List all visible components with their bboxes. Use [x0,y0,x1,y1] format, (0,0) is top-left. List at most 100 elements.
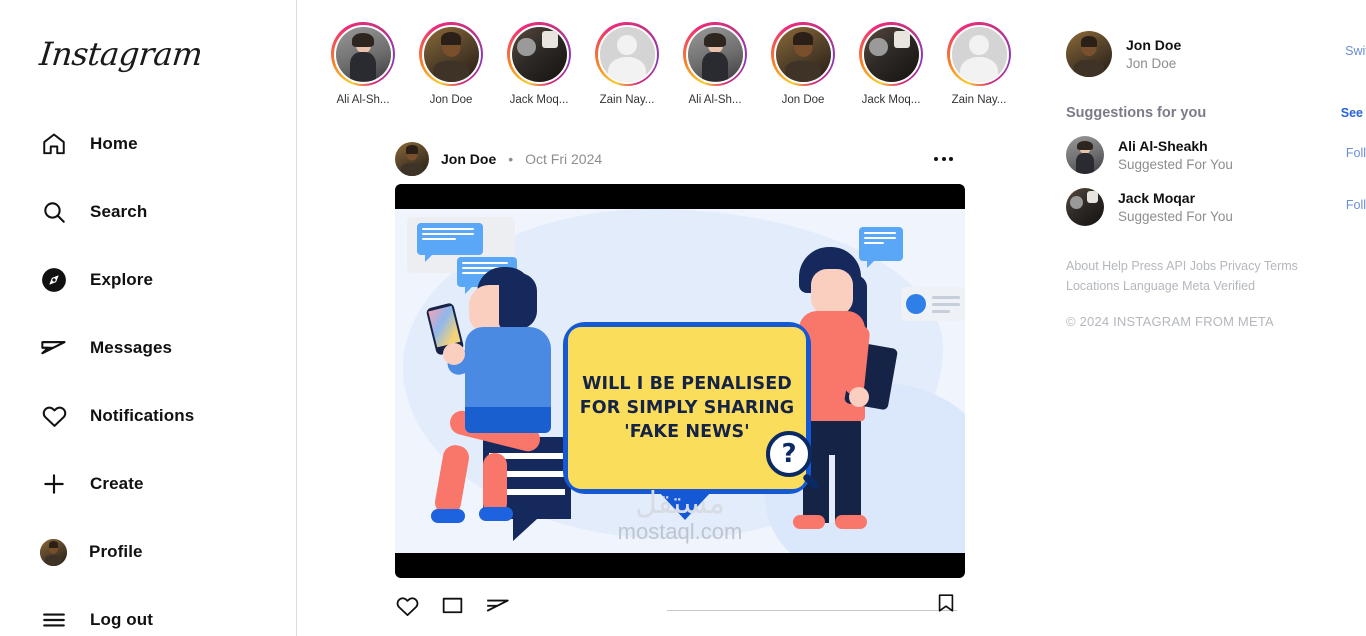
story-item[interactable]: Jon Doe [759,22,847,106]
comment-input[interactable] [667,610,957,611]
sidebar-label-messages: Messages [90,338,173,357]
story-ring [595,22,659,86]
follow-button[interactable]: Follow [1346,198,1366,212]
sidebar-item-notifications[interactable]: Notifications [0,382,296,450]
main-feed: Ali Al-Sh... Jon Doe Jack Moq... Zain Na… [297,0,1060,636]
chat-bubble-icon [417,223,483,262]
sidebar-label-search: Search [90,202,148,221]
story-ring [771,22,835,86]
brand-logo[interactable]: Instagram [0,30,298,74]
suggestions-title: Suggestions for you [1066,105,1207,121]
follow-button[interactable]: Follow [1346,146,1366,160]
story-item[interactable]: Jack Moq... [847,22,935,106]
footer-link-terms[interactable]: Terms [1264,259,1298,273]
sidebar-item-search[interactable]: Search [0,178,296,246]
heart-icon [40,402,68,430]
sidebar-label-create: Create [90,474,144,493]
post-action-bar [395,578,965,624]
paper-plane-icon [40,334,68,362]
suggestion-item: Jack Moqar Suggested For You Follow [1066,184,1366,230]
current-user-subtitle: Jon Doe [1126,56,1177,71]
sidebar-item-home[interactable]: Home [0,110,296,178]
story-ring [507,22,571,86]
compass-icon [40,266,68,294]
footer-link-privacy[interactable]: Privacy [1220,259,1261,273]
current-user-row: Jon Doe Jon Doe Switch [1066,28,1366,80]
magnifier-icon: ? [766,431,821,491]
copyright-text: © 2024 INSTAGRAM FROM META [1066,314,1274,329]
story-ring [947,22,1011,86]
instagram-app: Instagram Home Search Explore Messages N… [0,0,1366,636]
story-name: Zain Nay... [951,94,1007,106]
current-user-avatar[interactable] [1066,31,1112,77]
story-name: Jon Doe [781,94,825,106]
suggestion-subtitle: Suggested For You [1118,157,1233,172]
story-item[interactable]: Ali Al-Sh... [671,22,759,106]
sidebar-footer: About Help Press API Jobs Privacy Terms … [1066,256,1366,329]
question-mark: ? [766,431,812,477]
story-ring [331,22,395,86]
footer-link-about[interactable]: About [1066,259,1099,273]
footer-link-verified[interactable]: Verified [1213,279,1255,293]
like-button[interactable] [395,594,420,619]
feed-post: Jon Doe • Oct Fri 2024 WILL I BE PENALIS… [395,134,965,624]
story-item[interactable]: Jon Doe [407,22,495,106]
hamburger-icon [40,606,68,634]
sidebar-item-profile[interactable]: Profile [0,518,296,586]
sidebar-item-create[interactable]: Create [0,450,296,518]
sidebar-label-notifications: Notifications [90,406,195,425]
story-item[interactable]: Jack Moq... [495,22,583,106]
footer-link-locations[interactable]: Locations [1066,279,1120,293]
headline-line-2: FOR SIMPLY SHARING [579,398,795,418]
sidebar-item-explore[interactable]: Explore [0,246,296,314]
right-sidebar: Jon Doe Jon Doe Switch Suggestions for y… [1060,0,1366,636]
sidebar-item-messages[interactable]: Messages [0,314,296,382]
story-name: Jack Moq... [509,94,569,106]
plus-icon [40,470,68,498]
footer-link-jobs[interactable]: Jobs [1190,259,1216,273]
post-media[interactable]: WILL I BE PENALISED FOR SIMPLY SHARING '… [395,184,965,578]
story-ring [683,22,747,86]
main-navigation: Home Search Explore Messages Notificatio… [0,110,296,636]
story-name: Ali Al-Sh... [336,94,390,106]
story-name: Zain Nay... [599,94,655,106]
post-illustration: WILL I BE PENALISED FOR SIMPLY SHARING '… [395,209,965,553]
speech-bubble: WILL I BE PENALISED FOR SIMPLY SHARING '… [563,322,821,520]
person-left-illustration [425,267,583,547]
footer-link-language[interactable]: Language [1123,279,1179,293]
bookmark-button[interactable] [935,592,957,619]
ellipsis-icon[interactable] [928,151,959,167]
footer-link-press[interactable]: Press [1131,259,1163,273]
sidebar-label-profile: Profile [89,542,143,561]
suggestion-avatar[interactable] [1066,188,1104,226]
story-ring [859,22,923,86]
post-header: Jon Doe • Oct Fri 2024 [395,134,965,184]
post-author-name[interactable]: Jon Doe [441,151,496,167]
footer-link-meta[interactable]: Meta [1182,279,1210,293]
footer-link-api[interactable]: API [1166,259,1186,273]
sidebar-label-logout: Log out [90,610,154,629]
sidebar-item-logout[interactable]: Log out [0,586,296,636]
avatar-icon [40,538,67,566]
suggestion-subtitle: Suggested For You [1118,209,1233,224]
current-user-name[interactable]: Jon Doe [1126,37,1181,53]
see-all-button[interactable]: See All [1341,106,1366,120]
comment-button[interactable] [440,594,465,619]
story-item[interactable]: Zain Nay... [583,22,671,106]
sidebar-label-home: Home [90,134,138,153]
story-item[interactable]: Zain Nay... [935,22,1023,106]
post-separator: • [508,151,514,167]
suggestion-avatar[interactable] [1066,136,1104,174]
story-name: Jon Doe [429,94,473,106]
suggestion-name[interactable]: Jack Moqar [1118,190,1233,206]
switch-account-button[interactable]: Switch [1345,44,1366,58]
share-button[interactable] [485,593,511,619]
suggestion-name[interactable]: Ali Al-Sheakh [1118,138,1233,154]
story-item[interactable]: Ali Al-Sh... [319,22,407,106]
suggestion-item: Ali Al-Sheakh Suggested For You Follow [1066,132,1366,178]
headline-line-3: 'FAKE NEWS' [624,422,750,442]
search-icon [40,198,68,226]
post-author-avatar[interactable] [395,142,429,176]
footer-link-help[interactable]: Help [1102,259,1128,273]
left-sidebar: Instagram Home Search Explore Messages N… [0,0,297,636]
